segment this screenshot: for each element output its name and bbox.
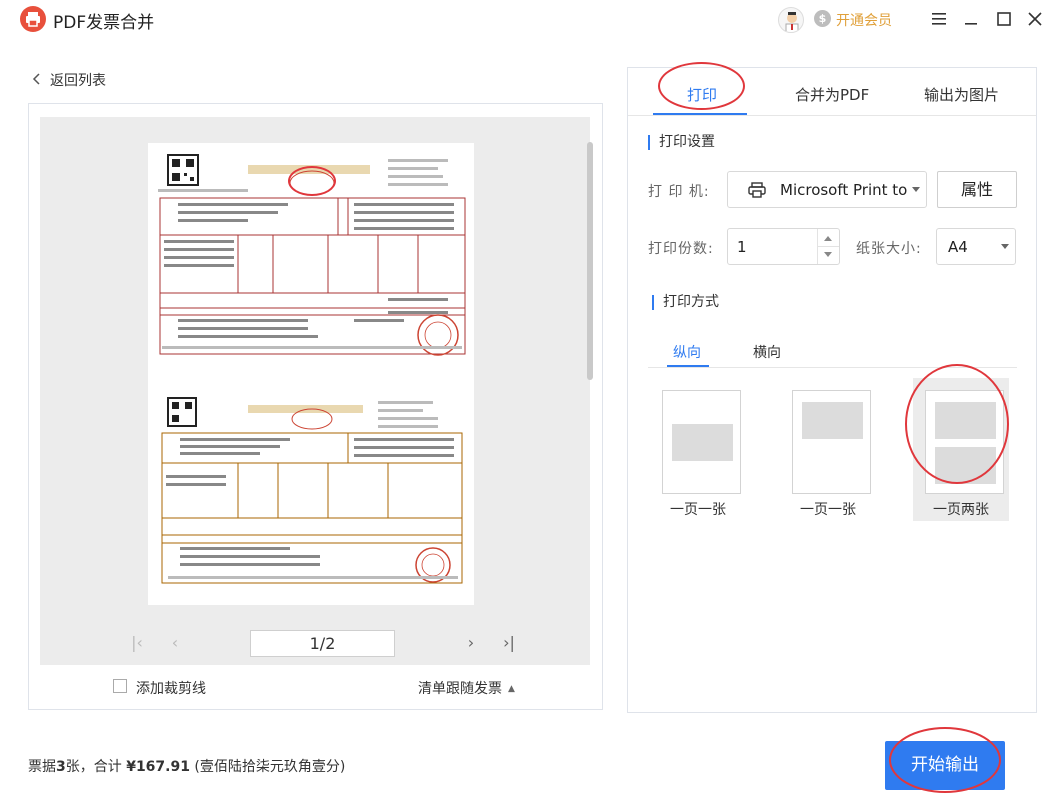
crop-lines-checkbox[interactable] (113, 679, 127, 693)
subtab-divider (648, 367, 1017, 368)
dropdown-arrow-icon (912, 187, 920, 192)
tab-divider (628, 115, 1036, 116)
summary-prefix: 票据 (28, 759, 56, 775)
invoice-total-words: (壹佰陆拾柒元玖角壹分) (194, 759, 346, 775)
paper-size-label: 纸张大小: (856, 241, 922, 257)
layout-option-one-per-page-landscape[interactable]: 一页一张 (650, 378, 746, 521)
title-bar: PDF发票合并 $ 开通会员 (0, 0, 1050, 40)
paper-size-select[interactable]: A4 (936, 228, 1016, 265)
invoice-preview-image (158, 154, 466, 584)
paper-size-value: A4 (948, 238, 968, 256)
invoice-1-image (158, 154, 466, 356)
maximize-icon[interactable] (993, 8, 1015, 30)
copies-stepper[interactable]: 1 (727, 228, 840, 265)
caret-up-icon: ▲ (508, 684, 515, 694)
layout-label: 一页两张 (933, 502, 989, 518)
layout-label: 一页一张 (670, 502, 726, 518)
start-output-button[interactable]: 开始输出 (885, 741, 1005, 790)
minimize-icon[interactable] (960, 8, 982, 30)
increment-icon[interactable] (824, 236, 832, 241)
tab-export-image[interactable]: 输出为图片 (924, 84, 999, 105)
stepper-divider (818, 246, 839, 247)
decrement-icon[interactable] (824, 252, 832, 257)
prev-page-icon[interactable]: ‹ (164, 632, 186, 654)
page-indicator[interactable]: 1/2 (250, 630, 395, 657)
last-page-icon[interactable]: ›| (498, 632, 520, 654)
layout-block (935, 402, 996, 439)
crop-lines-label[interactable]: 添加裁剪线 (136, 678, 206, 698)
tab-merge-pdf[interactable]: 合并为PDF (795, 84, 869, 105)
invoice-count: 3 (56, 759, 66, 775)
layout-option-one-per-page-top[interactable]: 一页一张 (780, 378, 876, 521)
menu-icon[interactable] (928, 8, 950, 30)
list-follows-invoice-toggle[interactable]: 清单跟随发票 ▲ (418, 678, 515, 698)
printer-value: Microsoft Print to PDF (780, 181, 908, 199)
back-label: 返回列表 (50, 73, 106, 89)
close-icon[interactable] (1024, 8, 1046, 30)
summary-mid: 张，合计 (65, 759, 122, 775)
layout-block (672, 424, 733, 461)
printer-select[interactable]: Microsoft Print to PDF (727, 171, 927, 208)
back-to-list-link[interactable]: 返回列表 (32, 70, 106, 90)
print-settings-title: 打印设置 (648, 135, 715, 150)
properties-button[interactable]: 属性 (937, 171, 1017, 208)
vip-link[interactable]: 开通会员 (836, 10, 892, 30)
list-follows-invoice-label: 清单跟随发票 (418, 681, 502, 697)
printer-logo-icon (20, 6, 46, 32)
printer-label: 打 印 机: (648, 184, 710, 200)
layout-page-thumb (925, 390, 1004, 494)
copies-label: 打印份数: (648, 241, 714, 257)
tab-portrait[interactable]: 纵向 (673, 342, 701, 362)
first-page-icon[interactable]: |‹ (126, 632, 148, 654)
user-avatar[interactable] (778, 7, 804, 33)
layout-block (802, 402, 863, 439)
dropdown-arrow-icon (1001, 244, 1009, 249)
printer-icon (748, 182, 766, 202)
invoice-2-image (161, 397, 463, 584)
layout-option-two-per-page[interactable]: 一页两张 (913, 378, 1009, 521)
chevron-left-icon (32, 73, 40, 89)
print-mode-title: 打印方式 (652, 295, 719, 310)
copies-value: 1 (737, 238, 747, 256)
next-page-icon[interactable]: › (460, 632, 482, 654)
vip-icon[interactable]: $ (814, 10, 831, 27)
layout-page-thumb (792, 390, 871, 494)
app-title: PDF发票合并 (53, 13, 155, 33)
invoice-summary: 票据3张，合计 ¥167.91 (壹佰陆拾柒元玖角壹分) (28, 756, 345, 776)
tab-landscape[interactable]: 横向 (753, 342, 781, 362)
layout-label: 一页一张 (800, 502, 856, 518)
invoice-preview-page (148, 143, 474, 605)
tab-print[interactable]: 打印 (687, 84, 717, 105)
layout-page-thumb (662, 390, 741, 494)
layout-block (935, 447, 996, 484)
stepper-arrows (817, 229, 839, 264)
invoice-total: ¥167.91 (126, 759, 190, 775)
preview-scrollbar[interactable] (587, 142, 593, 380)
